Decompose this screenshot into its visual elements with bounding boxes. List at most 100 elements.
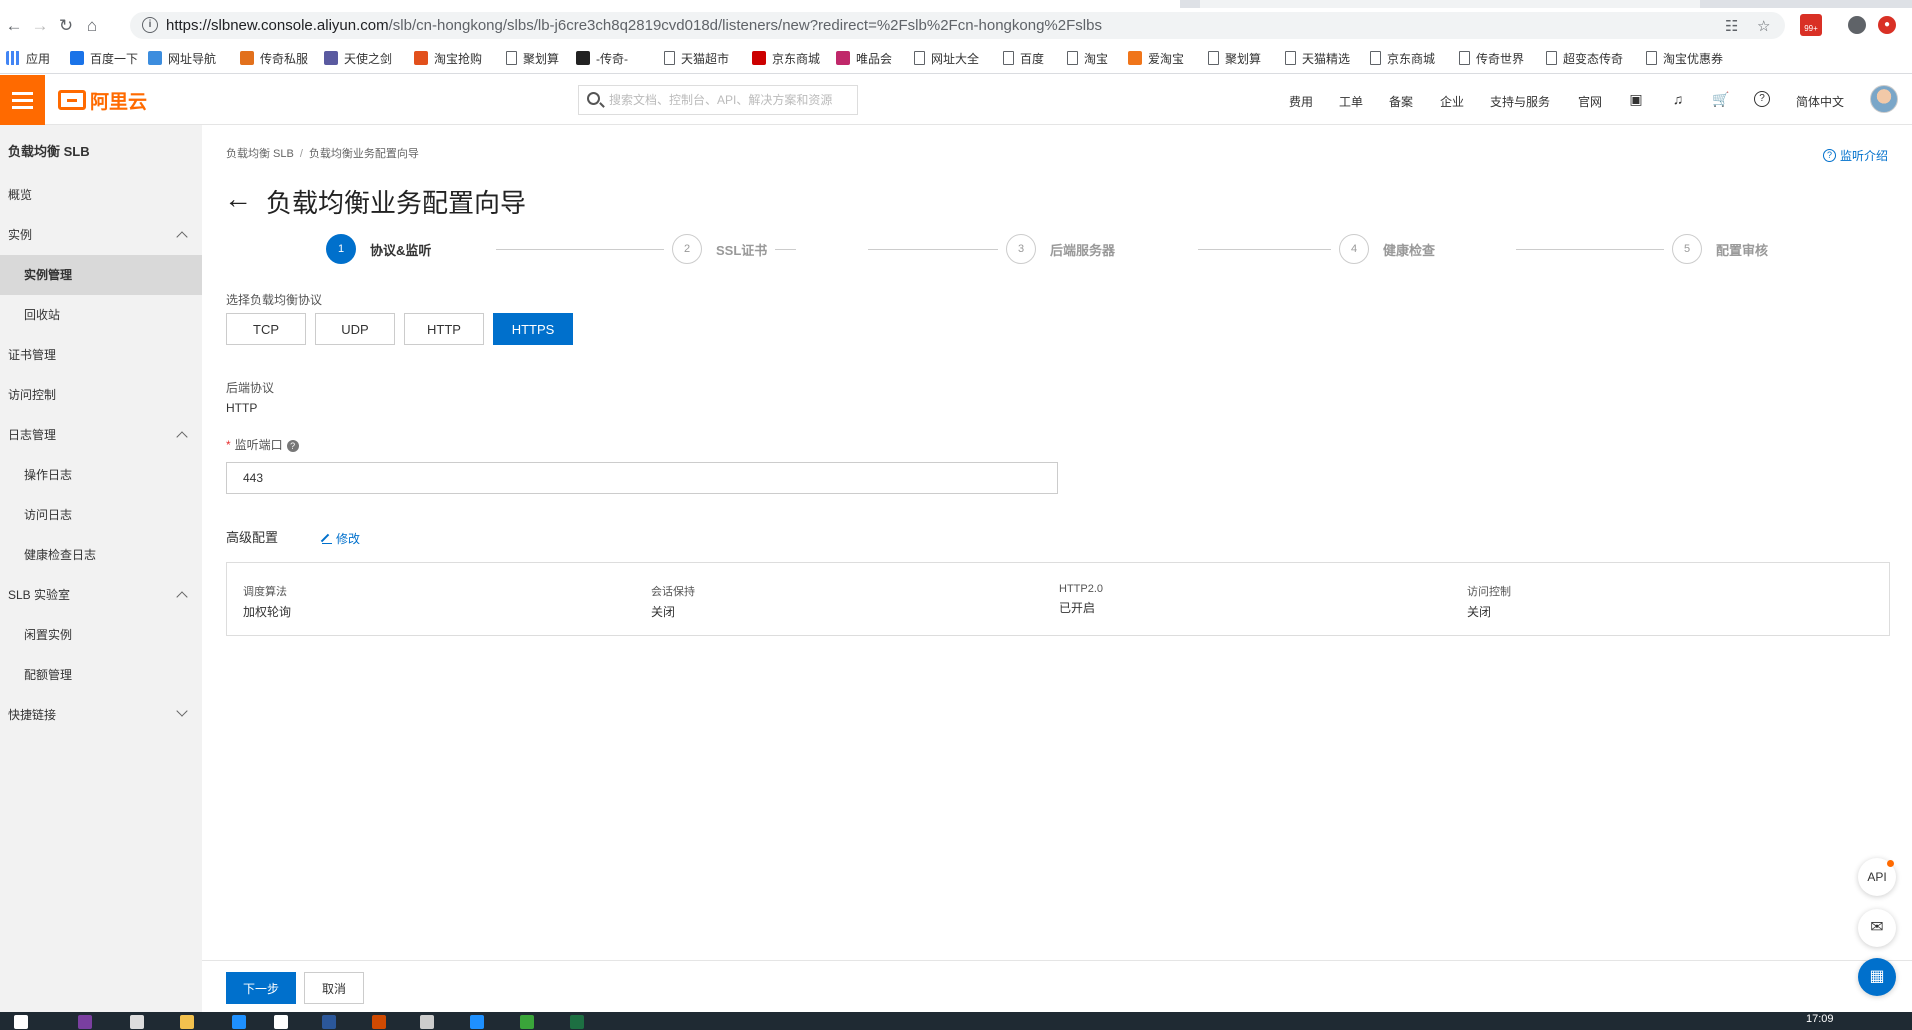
protocol-http-button[interactable]: HTTP [404, 313, 484, 345]
browser-menu-icon[interactable]: ● [1878, 16, 1896, 34]
sidebar-item-operation-logs[interactable]: 操作日志 [0, 455, 202, 495]
notification-bell-icon[interactable]: ♫ [1670, 91, 1686, 107]
protocol-udp-button[interactable]: UDP [315, 313, 395, 345]
bookmark-item[interactable]: 天猫超市 [664, 49, 729, 67]
taskbar-app-icon[interactable] [322, 1015, 336, 1029]
bookmark-star-icon[interactable]: ☆ [1757, 17, 1770, 35]
taskbar-app-icon[interactable] [520, 1015, 534, 1029]
nav-fees[interactable]: 费用 [1289, 93, 1313, 110]
back-arrow-icon[interactable]: ← [224, 185, 252, 213]
bookmark-item[interactable]: 传奇私服 [240, 49, 308, 67]
inactive-tab[interactable] [1200, 0, 1700, 8]
forward-icon[interactable]: → [30, 16, 50, 36]
taskbar-app-icon[interactable] [232, 1015, 246, 1029]
taskbar-app-icon[interactable] [130, 1015, 144, 1029]
listener-intro-link[interactable]: ? 监听介绍 [1822, 147, 1888, 164]
taskbar-app-icon[interactable] [78, 1015, 92, 1029]
bookmark-item[interactable]: 百度 [1003, 49, 1044, 67]
search-input[interactable] [609, 91, 849, 109]
sidebar-item-quick-links[interactable]: 快捷链接 [0, 695, 202, 735]
sidebar-item-logs[interactable]: 日志管理 [0, 415, 202, 455]
taskbar-app-icon[interactable] [274, 1015, 288, 1029]
bookmark-item[interactable]: 京东商城 [752, 49, 820, 67]
nav-enterprise[interactable]: 企业 [1440, 93, 1464, 110]
bookmark-item[interactable]: 淘宝抢购 [414, 49, 482, 67]
bookmark-item[interactable]: 唯品会 [836, 49, 892, 67]
next-button[interactable]: 下一步 [226, 972, 296, 1004]
avatar[interactable] [1870, 85, 1898, 113]
address-bar[interactable]: i https://slbnew.console.aliyun.com/slb/… [130, 12, 1785, 39]
back-icon[interactable]: ← [4, 16, 24, 36]
bookmark-item[interactable]: 传奇世界 [1459, 49, 1524, 67]
reload-icon[interactable]: ↻ [56, 16, 76, 36]
taskbar-app-icon[interactable] [14, 1015, 28, 1029]
bookmark-item[interactable]: 网址导航 [148, 49, 216, 67]
aliyun-logo[interactable]: 阿里云 [58, 87, 147, 113]
bookmark-item[interactable]: 天猫精选 [1285, 49, 1350, 67]
sidebar-item-overview[interactable]: 概览 [0, 175, 202, 215]
protocol-https-button[interactable]: HTTPS [493, 313, 573, 345]
site-info-icon[interactable]: i [142, 17, 158, 33]
step-health-check: 4 健康检查 [1331, 233, 1444, 265]
chat-icon[interactable]: ✉ [1858, 909, 1896, 947]
taskbar-app-icon[interactable] [470, 1015, 484, 1029]
sidebar-item-health-check-logs[interactable]: 健康检查日志 [0, 535, 202, 575]
bookmark-item[interactable]: 淘宝优惠券 [1646, 49, 1723, 67]
bookmark-item[interactable]: 聚划算 [1208, 49, 1261, 67]
sidebar-item-certificates[interactable]: 证书管理 [0, 335, 202, 375]
bookmark-item[interactable]: -传奇- [576, 49, 628, 67]
active-tab[interactable] [0, 0, 1180, 8]
breadcrumb-link[interactable]: 负载均衡 SLB [226, 148, 294, 160]
help-icon[interactable]: ? [1754, 91, 1770, 107]
nav-tickets[interactable]: 工单 [1339, 93, 1363, 110]
edit-icon [322, 534, 332, 544]
sidebar-item-idle-instances[interactable]: 闲置实例 [0, 615, 202, 655]
bookmark-item[interactable]: 百度一下 [70, 49, 138, 67]
nav-official-site[interactable]: 官网 [1578, 93, 1602, 110]
bookmark-label: 传奇私服 [260, 51, 309, 66]
favicon-icon [836, 51, 850, 65]
nav-support[interactable]: 支持与服务 [1490, 93, 1550, 110]
page-icon [1646, 51, 1657, 65]
profile-icon[interactable] [1848, 16, 1866, 34]
language-switch[interactable]: 简体中文 [1796, 93, 1844, 110]
menu-toggle-button[interactable] [0, 75, 45, 125]
cancel-button[interactable]: 取消 [304, 972, 364, 1004]
nav-icp[interactable]: 备案 [1389, 93, 1413, 110]
bookmark-item[interactable]: 京东商城 [1370, 49, 1435, 67]
home-icon[interactable]: ⌂ [82, 16, 102, 36]
terminal-icon[interactable]: ▣ [1628, 91, 1644, 107]
bookmark-item[interactable]: 超变态传奇 [1546, 49, 1623, 67]
taskbar-app-icon[interactable] [180, 1015, 194, 1029]
bookmark-item[interactable]: 天使之剑 [324, 49, 392, 67]
bookmark-item[interactable]: 应用 [6, 49, 50, 67]
protocol-tcp-button[interactable]: TCP [226, 313, 306, 345]
bookmark-item[interactable]: 网址大全 [914, 49, 979, 67]
extension-badge[interactable]: 99+ [1800, 14, 1822, 36]
global-search[interactable] [578, 85, 858, 115]
listener-port-input[interactable] [226, 462, 1058, 494]
apps-grid-icon[interactable]: ▦ [1858, 958, 1896, 996]
question-icon[interactable]: ? [286, 439, 299, 452]
sidebar-item-quota[interactable]: 配额管理 [0, 655, 202, 695]
sidebar-item-recycle-bin[interactable]: 回收站 [0, 295, 202, 335]
cart-icon[interactable]: 🛒 [1712, 91, 1729, 107]
sidebar-item-slb-lab[interactable]: SLB 实验室 [0, 575, 202, 615]
url-text[interactable]: https://slbnew.console.aliyun.com/slb/cn… [166, 17, 1102, 34]
step-label: SSL证书 [716, 242, 768, 258]
apps-icon [6, 51, 20, 65]
taskbar-app-icon[interactable] [372, 1015, 386, 1029]
bookmark-item[interactable]: 聚划算 [506, 49, 559, 67]
sidebar-item-access-control[interactable]: 访问控制 [0, 375, 202, 415]
translate-icon[interactable]: ☷ [1725, 17, 1738, 35]
favicon-icon [70, 51, 84, 65]
sidebar-item-access-logs[interactable]: 访问日志 [0, 495, 202, 535]
advanced-edit-link[interactable]: 修改 [322, 530, 360, 547]
bookmark-item[interactable]: 淘宝 [1067, 49, 1108, 67]
sidebar-item-instance-management[interactable]: 实例管理 [0, 255, 202, 295]
taskbar-app-icon[interactable] [420, 1015, 434, 1029]
api-float-button[interactable]: API [1858, 858, 1896, 896]
sidebar-item-instances[interactable]: 实例 [0, 215, 202, 255]
bookmark-item[interactable]: 爱淘宝 [1128, 49, 1184, 67]
taskbar-app-icon[interactable] [570, 1015, 584, 1029]
